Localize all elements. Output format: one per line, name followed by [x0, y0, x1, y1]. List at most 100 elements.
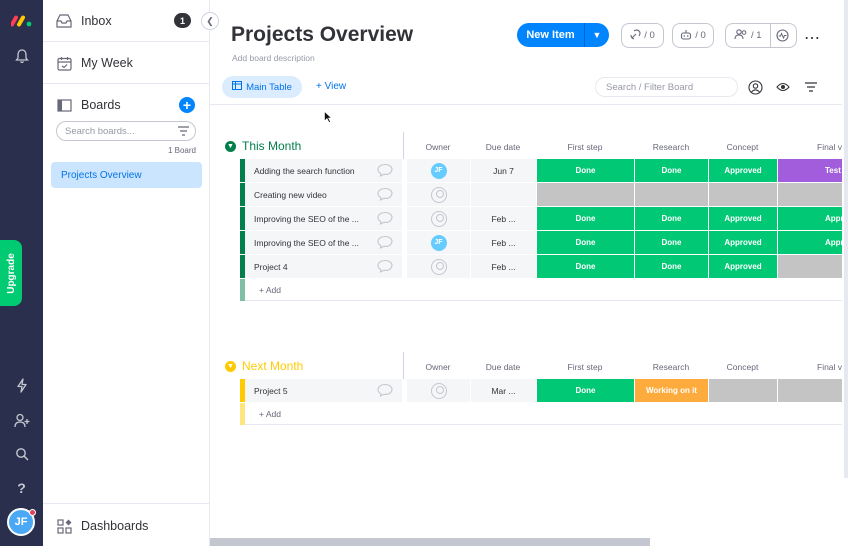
board-search-input[interactable]: Search / Filter Board [595, 77, 738, 97]
final-cell[interactable]: Appro [777, 231, 849, 254]
conversation-icon[interactable] [377, 211, 393, 225]
research-cell[interactable]: Working on it [634, 379, 708, 402]
column-header[interactable]: Final ve [777, 142, 847, 152]
collapse-sidebar-button[interactable]: ❮ [201, 12, 219, 30]
table-row[interactable]: Adding the search function JF Jun 7 Done Don… [240, 159, 842, 182]
first-cell[interactable]: Done [536, 159, 634, 182]
research-cell[interactable]: Done [634, 231, 708, 254]
final-cell[interactable]: Appro [777, 207, 849, 230]
sidebar-item-dashboards[interactable]: Dashboards [43, 513, 209, 539]
table-row[interactable]: Project 4 Feb ... Done Done Approved [240, 255, 842, 278]
table-row[interactable]: Project 5 Mar ... Done Working on it [240, 379, 842, 402]
owner-cell[interactable] [406, 183, 470, 206]
table-row[interactable]: Improving the SEO of the ... Feb ... Done D… [240, 207, 849, 230]
final-cell[interactable] [777, 255, 842, 278]
column-header[interactable]: Due date [470, 142, 536, 152]
group-title[interactable]: This Month [242, 139, 301, 153]
monday-logo[interactable] [11, 12, 33, 28]
column-header[interactable]: First step [536, 362, 634, 372]
board-description[interactable]: Add board description [232, 53, 315, 63]
activity-icon[interactable] [776, 29, 789, 45]
first-cell[interactable]: Done [536, 207, 634, 230]
conversation-icon[interactable] [377, 163, 393, 177]
table-row[interactable]: Creating new video [240, 183, 842, 206]
group-title[interactable]: Next Month [242, 359, 303, 373]
conversation-icon[interactable] [377, 235, 393, 249]
owner-cell[interactable] [406, 255, 470, 278]
empty-owner-icon[interactable] [430, 382, 447, 399]
owner-avatar[interactable]: JF [430, 234, 447, 251]
search-boards-input[interactable]: Search boards... [56, 121, 196, 141]
concept-cell[interactable]: Approved [708, 207, 777, 230]
add-item-row[interactable]: + Add [240, 403, 842, 425]
final-cell[interactable] [777, 379, 842, 402]
conversation-icon[interactable] [377, 187, 393, 201]
tab-main-table[interactable]: Main Table [222, 76, 302, 98]
owner-cell[interactable] [406, 379, 470, 402]
research-cell[interactable]: Done [634, 207, 708, 230]
upgrade-button[interactable]: Upgrade [0, 240, 22, 306]
conversation-icon[interactable] [377, 259, 393, 273]
due-cell[interactable]: Jun 7 [470, 159, 536, 182]
page-title[interactable]: Projects Overview [231, 23, 413, 47]
group-collapse-icon[interactable]: ▼ [225, 141, 236, 152]
empty-owner-icon[interactable] [430, 258, 447, 275]
research-cell[interactable]: Done [634, 255, 708, 278]
sidebar-item-my-week[interactable]: My Week [43, 50, 209, 76]
owner-cell[interactable]: JF [406, 159, 470, 182]
column-header[interactable]: Concept [708, 362, 777, 372]
sidebar-board-projects-overview[interactable]: Projects Overview [51, 162, 202, 188]
column-header[interactable]: Research [634, 362, 708, 372]
automations-button[interactable]: / 0 [672, 23, 714, 48]
first-cell[interactable]: Done [536, 255, 634, 278]
column-header[interactable]: Owner [406, 142, 470, 152]
column-header[interactable]: Concept [708, 142, 777, 152]
conversation-icon[interactable] [377, 383, 393, 397]
owner-cell[interactable]: JF [406, 231, 470, 254]
add-item-row[interactable]: + Add [240, 279, 842, 301]
add-item-button[interactable]: + Add [259, 285, 281, 295]
integrations-button[interactable]: / 0 [621, 23, 664, 48]
add-item-button[interactable]: + Add [259, 409, 281, 419]
empty-owner-icon[interactable] [430, 186, 447, 203]
first-cell[interactable]: Done [536, 231, 634, 254]
person-filter-icon[interactable] [747, 79, 763, 95]
column-header[interactable]: First step [536, 142, 634, 152]
filter-icon[interactable] [178, 126, 189, 136]
help-icon[interactable]: ? [12, 478, 31, 497]
due-cell[interactable]: Feb ... [470, 207, 536, 230]
hide-columns-icon[interactable] [775, 79, 791, 95]
due-cell[interactable]: Mar ... [470, 379, 536, 402]
chevron-down-icon[interactable]: ▼ [585, 30, 609, 40]
empty-owner-icon[interactable] [430, 210, 447, 227]
lightning-icon[interactable] [12, 376, 31, 395]
column-header[interactable]: Research [634, 142, 708, 152]
due-cell[interactable]: Feb ... [470, 255, 536, 278]
column-header[interactable]: Final ve [777, 362, 847, 372]
final-cell[interactable]: Test [777, 159, 842, 182]
due-cell[interactable] [470, 183, 536, 206]
group-collapse-icon[interactable]: ▼ [225, 361, 236, 372]
bell-icon[interactable] [12, 47, 31, 66]
members-button[interactable]: / 1 [725, 23, 797, 48]
concept-cell[interactable]: Approved [708, 159, 777, 182]
research-cell[interactable]: Done [634, 159, 708, 182]
concept-cell[interactable] [708, 183, 777, 206]
research-cell[interactable] [634, 183, 708, 206]
final-cell[interactable] [777, 183, 842, 206]
column-header[interactable]: Owner [406, 362, 470, 372]
concept-cell[interactable]: Approved [708, 231, 777, 254]
search-icon[interactable] [12, 444, 31, 463]
vertical-scrollbar[interactable] [842, 0, 850, 546]
first-cell[interactable] [536, 183, 634, 206]
add-view-button[interactable]: + View [316, 81, 346, 92]
sort-filter-icon[interactable] [803, 79, 819, 95]
horizontal-scrollbar[interactable] [210, 538, 650, 546]
owner-avatar[interactable]: JF [430, 162, 447, 179]
add-user-icon[interactable] [12, 411, 31, 430]
concept-cell[interactable] [708, 379, 777, 402]
concept-cell[interactable]: Approved [708, 255, 777, 278]
more-options-icon[interactable]: ⋯ [804, 28, 820, 48]
add-board-button[interactable]: + [179, 97, 195, 113]
column-header[interactable]: Due date [470, 362, 536, 372]
